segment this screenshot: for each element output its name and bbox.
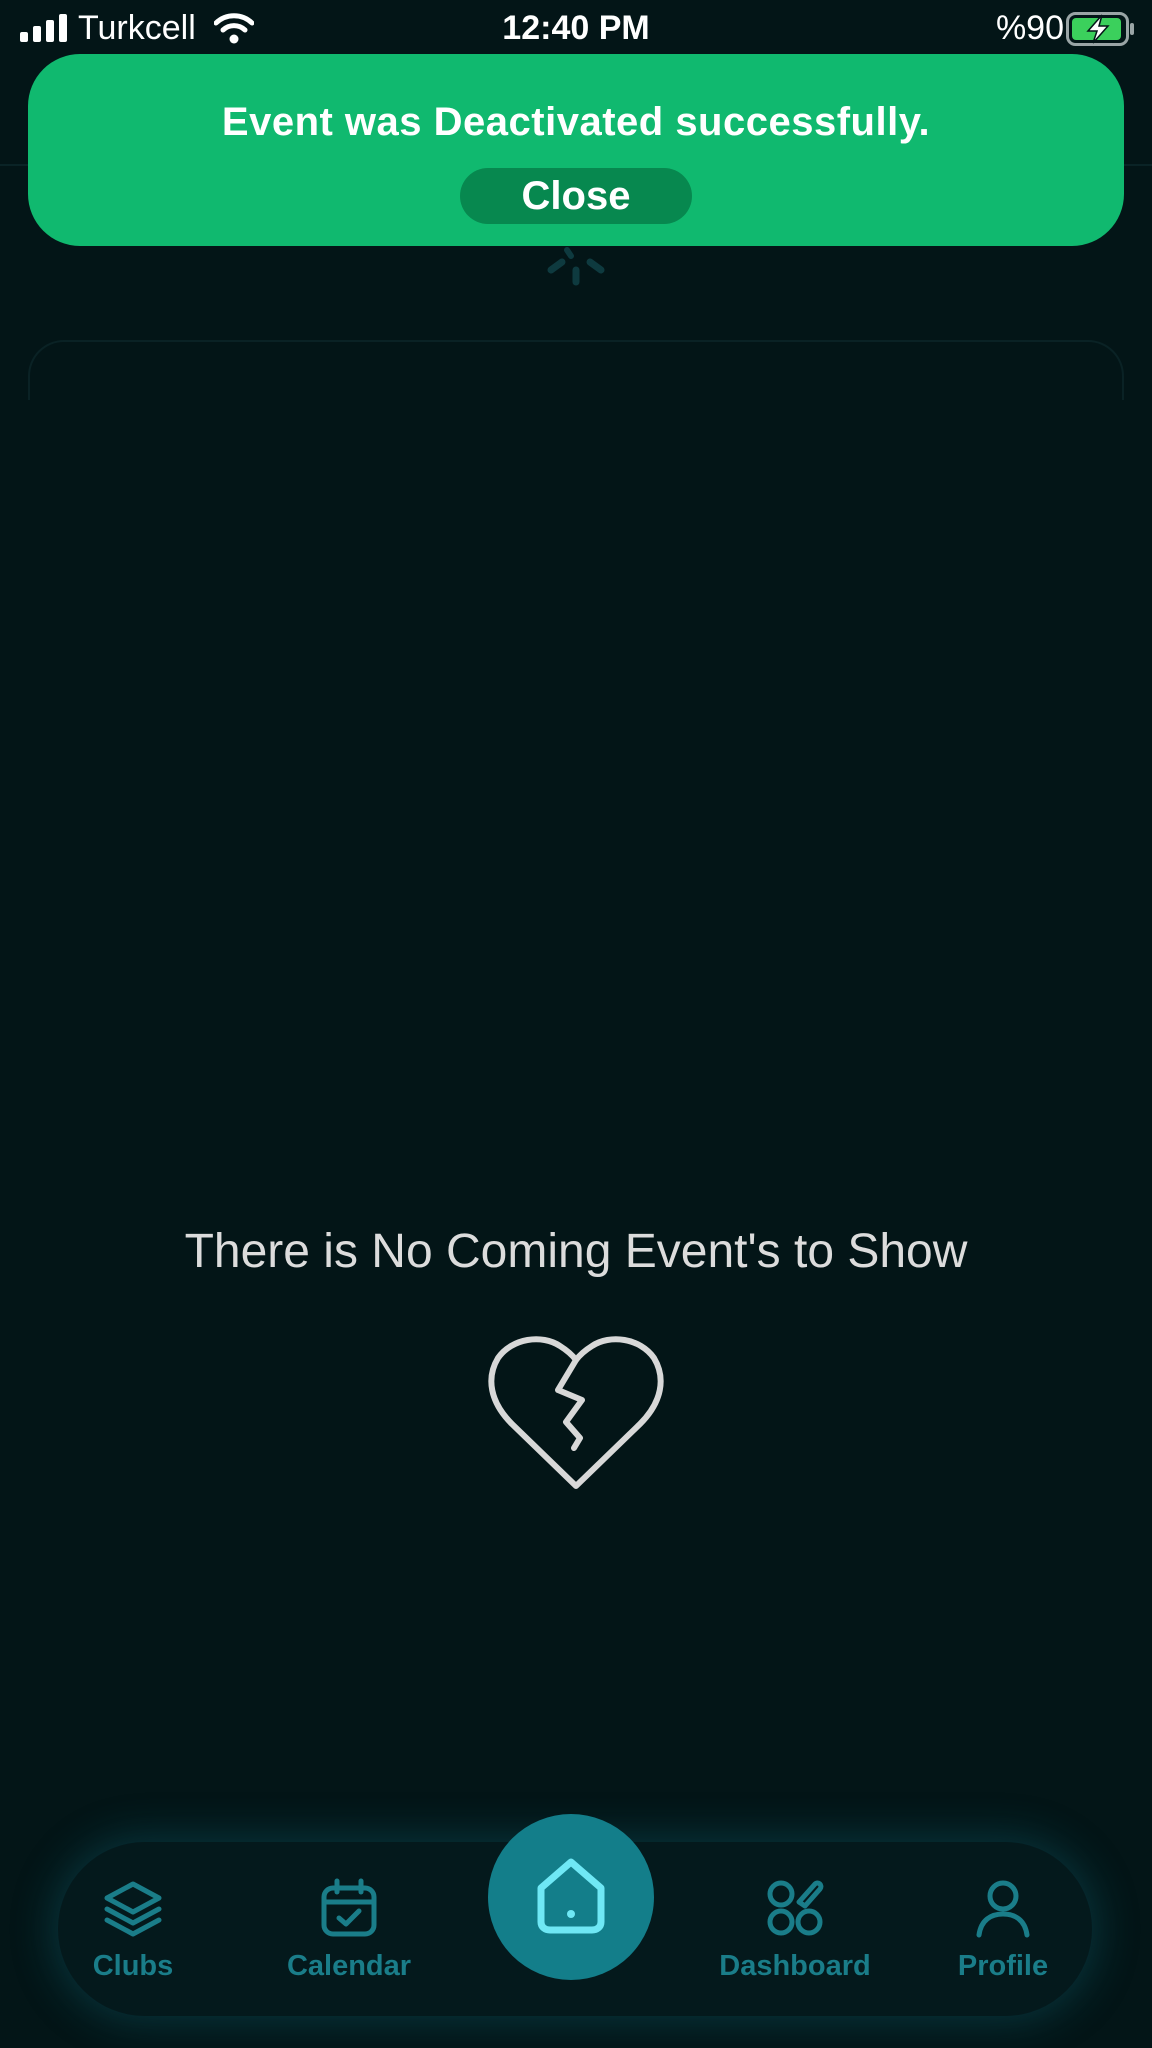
calendar-check-icon [321, 1878, 377, 1937]
success-toast: Event was Deactivated successfully. Clos… [28, 54, 1124, 246]
nav-label-profile: Profile [957, 1950, 1049, 1982]
nav-label-dashboard: Dashboard [719, 1950, 871, 1982]
dashboard-icon [767, 1880, 824, 1936]
empty-state-message: There is No Coming Event's to Show [184, 1225, 968, 1278]
loading-spinner-icon [547, 247, 605, 286]
status-bar: Turkcell 12:40 PM %90 [0, 0, 1152, 56]
events-list-card [28, 340, 1124, 400]
app-screen: Turkcell 12:40 PM %90 Event was Deactiva… [0, 0, 1152, 2048]
nav-item-profile[interactable]: Profile [928, 1842, 1078, 2016]
nav-label-calendar: Calendar [286, 1950, 412, 1982]
user-icon [976, 1880, 1030, 1938]
nav-item-clubs[interactable]: Clubs [58, 1842, 208, 2016]
nav-item-dashboard[interactable]: Dashboard [702, 1842, 888, 2016]
home-button[interactable] [488, 1814, 654, 1980]
broken-heart-icon [488, 1336, 664, 1489]
nav-item-calendar[interactable]: Calendar [274, 1842, 424, 2016]
toast-close-button[interactable]: Close [460, 168, 692, 224]
battery-charging-icon [1066, 12, 1134, 46]
layers-icon [104, 1881, 162, 1937]
nav-label-clubs: Clubs [92, 1950, 174, 1982]
home-icon [537, 1858, 605, 1934]
toast-message: Event was Deactivated successfully. [221, 100, 931, 144]
battery-percent: %90 [995, 9, 1064, 47]
status-time: 12:40 PM [502, 9, 650, 47]
